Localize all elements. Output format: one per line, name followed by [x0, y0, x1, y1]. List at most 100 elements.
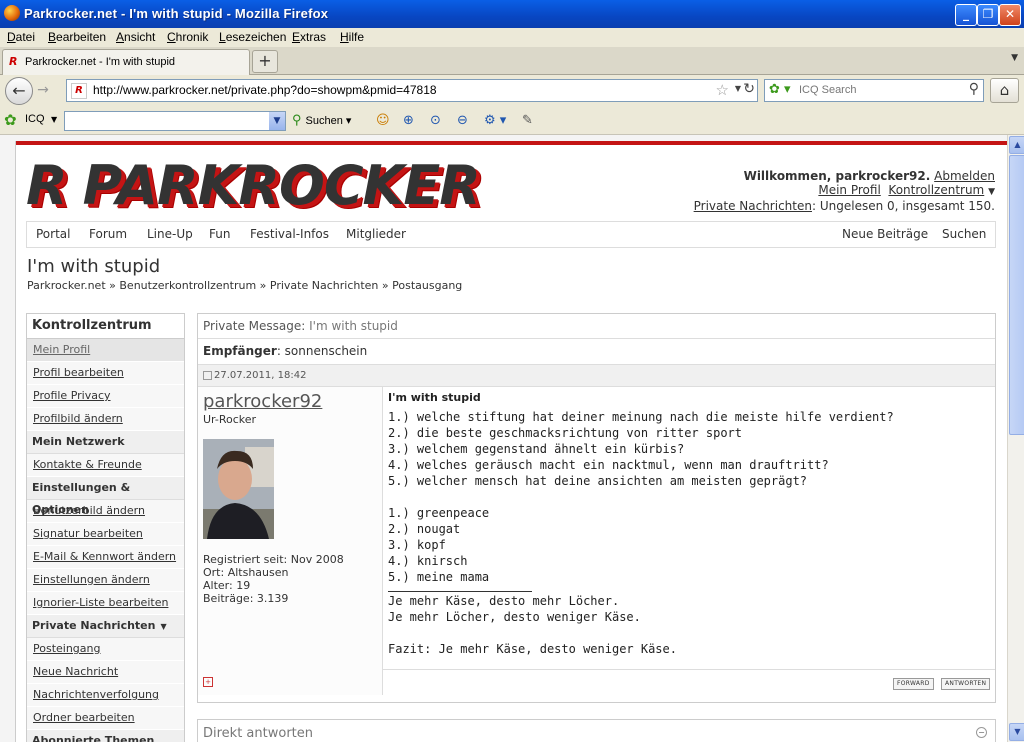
menu-lesezeichen[interactable]: Lesezeichen — [219, 30, 286, 44]
icq-search-engine-icon[interactable]: ✿ ▾ — [769, 83, 791, 97]
sidebar-item-ignorier-liste[interactable]: Ignorier-Liste bearbeiten — [27, 592, 184, 615]
icq-flower-icon[interactable]: ✿ — [4, 111, 17, 129]
pm-actions: FORWARD ANTWORTEN — [382, 669, 995, 696]
sidebar-group-private-nachrichten[interactable]: Private Nachrichten ▼ — [27, 615, 184, 638]
breadcrumb-home[interactable]: Parkrocker.net — [27, 279, 106, 292]
zoom-out-icon[interactable]: ⊖ — [457, 113, 468, 128]
icq-menu-label[interactable]: ICQ — [25, 113, 45, 125]
breadcrumb-private-messages[interactable]: Private Nachrichten — [270, 279, 379, 292]
forward-button[interactable]: FORWARD — [893, 678, 934, 690]
url-text[interactable]: http://www.parkrocker.net/private.php?do… — [93, 83, 437, 97]
icq-field-dropdown-icon[interactable]: ▼ — [269, 112, 285, 130]
quick-reply-panel: Direkt antworten − — [197, 719, 996, 742]
home-button[interactable]: ⌂ — [990, 78, 1019, 103]
new-tab-button[interactable]: + — [252, 50, 278, 73]
icq-search-field[interactable]: ▼ — [64, 111, 286, 131]
smiley-icon[interactable]: ☺ — [376, 113, 390, 128]
menu-chronik[interactable]: Chronik — [167, 30, 208, 44]
search-placeholder[interactable]: ICQ Search — [799, 84, 856, 96]
url-bar[interactable]: R http://www.parkrocker.net/private.php?… — [66, 79, 758, 102]
search-icon[interactable]: ⚲ — [969, 81, 979, 97]
menu-datei[interactable]: Datei — [7, 30, 35, 44]
sidebar-item-profil-bearbeiten[interactable]: Profil bearbeiten — [27, 362, 184, 385]
tools-icon[interactable]: ⚙ ▾ — [484, 113, 506, 128]
scroll-down-icon[interactable]: ▼ — [1009, 723, 1024, 741]
nav-line-up[interactable]: Line-Up — [147, 227, 193, 241]
sidebar-item-signatur-bearbeiten[interactable]: Signatur bearbeiten — [27, 523, 184, 546]
icq-search-button[interactable]: ⚲ Suchen ▾ — [292, 112, 351, 128]
header-accent-bar — [16, 141, 1007, 145]
sidebar-item-profilbild-aendern[interactable]: Profilbild ändern — [27, 408, 184, 431]
page-scrollbar[interactable]: ▲ ▼ — [1007, 135, 1024, 742]
site-identity-icon[interactable]: R — [71, 83, 87, 99]
icq-dropdown-icon[interactable]: ▼ — [51, 115, 57, 124]
menu-ansicht[interactable]: Ansicht — [116, 30, 155, 44]
parkrocker-logo[interactable]: R PARKROCKER — [26, 155, 481, 217]
nav-portal[interactable]: Portal — [36, 227, 70, 241]
nav-mitglieder[interactable]: Mitglieder — [346, 227, 406, 241]
avatar[interactable] — [203, 439, 274, 539]
user-location: Ort: Altshausen — [203, 566, 289, 579]
sidebar-item-posteingang[interactable]: Posteingang — [27, 638, 184, 661]
tab-list-icon[interactable]: ▼ — [1011, 53, 1018, 63]
menu-extras[interactable]: Extras — [292, 30, 326, 44]
collapse-caret-icon[interactable]: ▼ — [160, 622, 166, 631]
sidebar-item-mein-profil[interactable]: Mein Profil — [27, 339, 184, 362]
message-subject: I'm with stupid — [388, 391, 481, 404]
url-history-dropdown-icon[interactable]: ▼ — [735, 84, 741, 93]
reply-button[interactable]: ANTWORTEN — [941, 678, 991, 690]
user-posts: Beiträge: 3.139 — [203, 592, 289, 605]
nav-neue-beitraege[interactable]: Neue Beiträge — [842, 227, 928, 241]
scroll-up-icon[interactable]: ▲ — [1009, 136, 1024, 154]
maximize-button[interactable]: ❐ — [977, 4, 999, 26]
forward-button[interactable]: → — [34, 81, 52, 99]
menu-bearbeiten[interactable]: Bearbeiten — [48, 30, 106, 44]
avatar-photo — [203, 439, 274, 539]
my-profile-link[interactable]: Mein Profil — [818, 183, 880, 197]
tab-label: Parkrocker.net - I'm with stupid — [25, 56, 176, 68]
nav-suchen[interactable]: Suchen — [942, 227, 986, 241]
zoom-reset-icon[interactable]: ⊙ — [430, 113, 441, 128]
reload-icon[interactable]: ↻ — [743, 81, 755, 97]
control-panel-dropdown-icon[interactable]: ▼ — [988, 187, 995, 197]
author-name[interactable]: parkrocker92 — [203, 391, 322, 412]
sidebar-item-ordner-bearbeiten[interactable]: Ordner bearbeiten — [27, 707, 184, 730]
private-messages-link[interactable]: Private Nachrichten — [694, 199, 812, 213]
breadcrumb-control-center[interactable]: Benutzerkontrollzentrum — [119, 279, 256, 292]
sidebar-item-einstellungen-aendern[interactable]: Einstellungen ändern — [27, 569, 184, 592]
parkrocker-favicon-icon: R — [9, 55, 18, 68]
question-line: 2.) die beste geschmacksrichtung von rit… — [388, 426, 743, 440]
eraser-icon[interactable]: ✎ — [522, 113, 533, 128]
logout-link[interactable]: Abmelden — [934, 169, 995, 183]
sidebar-item-email-kennwort[interactable]: E-Mail & Kennwort ändern — [27, 546, 184, 569]
sidebar-item-neue-nachricht[interactable]: Neue Nachricht — [27, 661, 184, 684]
nav-festival-infos[interactable]: Festival-Infos — [250, 227, 329, 241]
breadcrumb: Parkrocker.net » Benutzerkontrollzentrum… — [27, 279, 463, 292]
minimize-button[interactable]: _ — [955, 4, 977, 26]
scrollbar-thumb[interactable] — [1009, 155, 1024, 435]
back-button[interactable]: ← — [5, 77, 33, 105]
nav-forum[interactable]: Forum — [89, 227, 127, 241]
private-message-panel: Private Message: I'm with stupid Empfäng… — [197, 313, 996, 703]
sidebar-item-kontakte-freunde[interactable]: Kontakte & Freunde — [27, 454, 184, 477]
bookmark-star-icon[interactable]: ☆ — [716, 81, 729, 99]
control-panel-link[interactable]: Kontrollzentrum — [888, 183, 984, 197]
report-icon[interactable]: + — [203, 677, 213, 687]
collapse-icon[interactable]: − — [976, 727, 987, 738]
tab-active[interactable]: R Parkrocker.net - I'm with stupid — [2, 49, 250, 75]
nav-fun[interactable]: Fun — [209, 227, 230, 241]
sidebar-item-nachrichtenverfolgung[interactable]: Nachrichtenverfolgung — [27, 684, 184, 707]
pm-date-bar: 27.07.2011, 18:42 — [198, 365, 995, 387]
forum-page: R PARKROCKER Willkommen, parkrocker92. Ab… — [15, 141, 1007, 742]
close-button[interactable]: ✕ — [999, 4, 1021, 26]
breadcrumb-sent-items[interactable]: Postausgang — [392, 279, 462, 292]
quick-reply-title: Direkt antworten — [203, 726, 314, 741]
search-bar[interactable]: ✿ ▾ ICQ Search ⚲ — [764, 79, 984, 102]
sidebar-item-profile-privacy[interactable]: Profile Privacy — [27, 385, 184, 408]
signature-line — [388, 625, 988, 641]
author-column: parkrocker92 Ur-Rocker Registriert seit:… — [198, 387, 383, 695]
window-titlebar: Parkrocker.net - I'm with stupid - Mozil… — [0, 0, 1024, 28]
zoom-in-icon[interactable]: ⊕ — [403, 113, 414, 128]
sidebar-item-benutzerbild-aendern[interactable]: Benutzerbild ändern — [27, 500, 184, 523]
menu-hilfe[interactable]: Hilfe — [340, 30, 364, 44]
